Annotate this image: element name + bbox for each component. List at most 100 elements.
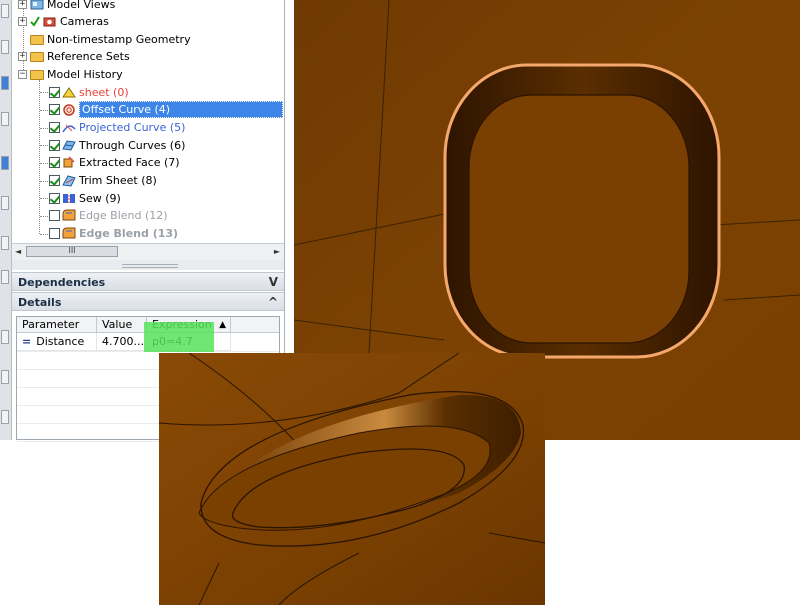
resource-bar-tab[interactable]: [1, 410, 9, 424]
dependencies-section-header[interactable]: Dependencies V: [12, 272, 284, 291]
scrollbar-thumb[interactable]: III: [26, 246, 118, 257]
expand-plus-icon[interactable]: +: [18, 0, 27, 9]
tree-node-label: Offset Curve (4): [79, 101, 284, 118]
through-curves-icon: [62, 139, 76, 152]
details-section-header[interactable]: Details ^: [12, 292, 284, 311]
sheet-icon: [62, 86, 76, 99]
parameter-name: Distance: [36, 335, 85, 348]
tree-node-label: Model History: [47, 68, 123, 81]
expand-plus-icon[interactable]: +: [18, 52, 27, 61]
visibility-checkbox[interactable]: [49, 140, 60, 151]
sort-ascending-icon: ▲: [219, 320, 226, 330]
column-header-parameter[interactable]: Parameter: [17, 317, 97, 333]
tree-node-sheet[interactable]: sheet (0): [49, 84, 129, 101]
visibility-checkbox[interactable]: [49, 87, 60, 98]
scroll-left-arrow-icon[interactable]: ◄: [15, 247, 21, 256]
details-section-title: Details: [18, 296, 62, 309]
model-views-icon: [30, 0, 44, 11]
visibility-checkbox[interactable]: [49, 122, 60, 133]
tree-node-non-timestamp-geometry[interactable]: Non-timestamp Geometry: [30, 31, 191, 48]
tree-connector: [40, 128, 48, 129]
tree-node-projected-curve[interactable]: Projected Curve (5): [49, 119, 185, 136]
visibility-checkbox[interactable]: [49, 193, 60, 204]
panel-splitter[interactable]: [12, 260, 284, 270]
resource-bar-tab[interactable]: [1, 156, 9, 170]
resource-bar-tab[interactable]: [1, 236, 9, 250]
tree-node-label: Edge Blend (12): [79, 209, 168, 222]
visibility-checkbox[interactable]: [49, 104, 60, 115]
scroll-right-arrow-icon[interactable]: ►: [274, 247, 280, 256]
tree-connector: [40, 163, 48, 164]
tree-node-label: Non-timestamp Geometry: [47, 33, 191, 46]
resource-bar-tab[interactable]: [1, 370, 9, 384]
equals-icon: =: [22, 335, 32, 348]
value-cell[interactable]: 4.700...: [97, 333, 147, 351]
tree-horizontal-scrollbar[interactable]: ◄ III ►: [12, 243, 284, 261]
tree-connector: [40, 181, 48, 182]
sew-icon: [62, 192, 76, 205]
tree-connector: [40, 110, 48, 111]
tree-node-label: Through Curves (6): [79, 139, 186, 152]
folder-open-icon: [30, 69, 44, 80]
tree-node-model-history[interactable]: − Model History: [18, 66, 123, 83]
tree-node-label: Sew (9): [79, 192, 121, 205]
tree-connector: [40, 198, 48, 199]
column-header-filler: [231, 317, 279, 333]
folder-icon: [30, 34, 44, 45]
resource-bar-tab[interactable]: [1, 4, 9, 18]
offset-curve-icon: [62, 103, 76, 116]
tree-node-edge-blend-12[interactable]: Edge Blend (12): [49, 207, 168, 224]
tree-node-label: Model Views: [47, 0, 116, 11]
check-mark-icon: [30, 15, 40, 28]
tree-node-through-curves[interactable]: Through Curves (6): [49, 137, 185, 154]
tree-node-label: Edge Blend (13): [79, 227, 179, 240]
tree-connector: [40, 92, 48, 93]
parameter-cell: = Distance: [17, 333, 97, 351]
model-history-tree: + Model Views + Cameras Non-timestamp Ge…: [12, 0, 284, 242]
collapse-minus-icon[interactable]: −: [18, 70, 27, 79]
tree-node-trim-sheet[interactable]: Trim Sheet (8): [49, 172, 157, 189]
edge-blend-icon: [62, 209, 76, 222]
resource-bar-tab[interactable]: [1, 112, 9, 126]
resource-bar-tab[interactable]: [1, 40, 9, 54]
tree-node-model-views[interactable]: + Model Views: [18, 0, 115, 13]
tree-node-label: Cameras: [60, 15, 109, 28]
expand-plus-icon[interactable]: +: [18, 17, 27, 26]
visibility-checkbox[interactable]: [49, 210, 60, 221]
tree-node-offset-curve[interactable]: Offset Curve (4): [49, 101, 284, 118]
tree-node-sew[interactable]: Sew (9): [49, 190, 121, 207]
visibility-checkbox[interactable]: [49, 157, 60, 168]
tree-connector: [40, 145, 48, 146]
column-header-value[interactable]: Value: [97, 317, 147, 333]
tree-node-reference-sets[interactable]: + Reference Sets: [18, 48, 130, 65]
extracted-face-icon: [62, 156, 76, 169]
resource-bar-tab[interactable]: [1, 76, 9, 90]
splitter-grip: [122, 264, 178, 268]
tree-node-label: Trim Sheet (8): [79, 174, 157, 187]
tree-connector: [39, 80, 40, 234]
projected-curve-icon: [62, 121, 76, 134]
visibility-checkbox[interactable]: [49, 228, 60, 239]
tree-connector: [40, 234, 48, 235]
dependencies-section-title: Dependencies: [18, 276, 106, 289]
tree-node-extracted-face[interactable]: Extracted Face (7): [49, 154, 180, 171]
folder-icon: [30, 51, 44, 62]
resource-bar-tab[interactable]: [1, 330, 9, 344]
chevron-down-icon[interactable]: V: [269, 273, 278, 292]
tree-node-label: sheet (0): [79, 86, 129, 99]
chevron-up-icon[interactable]: ^: [268, 293, 278, 312]
expression-highlight: [144, 322, 214, 352]
tree-node-label: Extracted Face (7): [79, 156, 180, 169]
resource-bar-tab[interactable]: [1, 196, 9, 210]
visibility-checkbox[interactable]: [49, 175, 60, 186]
model-render-inset: [158, 352, 546, 606]
trim-sheet-icon: [62, 174, 76, 187]
resource-bar-strip: [0, 0, 12, 440]
tree-node-cameras[interactable]: + Cameras: [18, 13, 109, 30]
pocket-floor: [468, 94, 690, 344]
tree-node-edge-blend-13[interactable]: Edge Blend (13): [49, 225, 178, 242]
graphics-window-inset[interactable]: [158, 352, 546, 606]
camera-icon: [43, 15, 57, 28]
resource-bar-tab[interactable]: [1, 270, 9, 284]
tree-connector: [40, 216, 48, 217]
